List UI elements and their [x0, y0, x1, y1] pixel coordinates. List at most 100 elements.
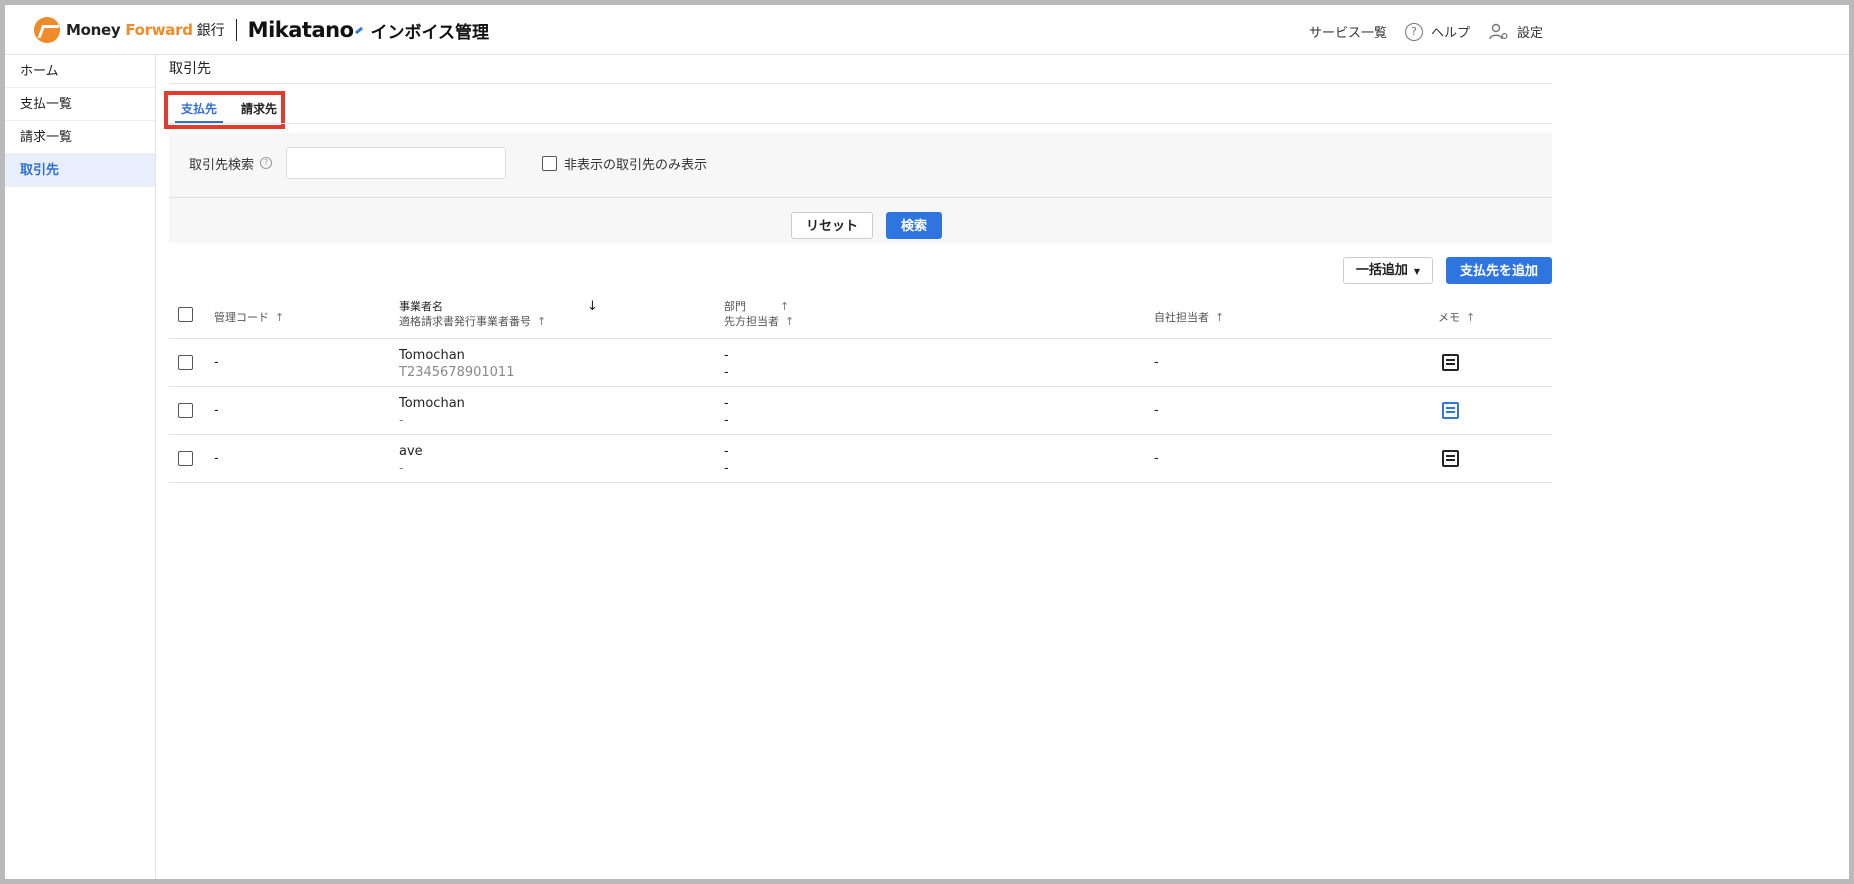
cell-staff: - — [1154, 451, 1159, 466]
header-dept-label: 部門 — [724, 300, 746, 313]
sidebar-item-home[interactable]: ホーム — [5, 55, 155, 88]
sidebar-item-partners[interactable]: 取引先 — [5, 154, 155, 187]
cell-name: Tomochan T2345678901011 — [399, 347, 514, 381]
brand-money: Money — [66, 21, 121, 39]
tab-billing[interactable]: 請求先 — [235, 95, 283, 124]
app-window: Money Forward 銀行 Mikatano インボイス管理 サービス一覧… — [5, 5, 1849, 879]
table-row[interactable]: - ave - - - - — [169, 435, 1552, 483]
cell-staff: - — [1154, 355, 1159, 370]
memo-icon[interactable] — [1442, 450, 1459, 467]
money-forward-logo-icon — [34, 17, 60, 43]
mikatano-logo: Mikatano — [247, 18, 354, 42]
add-payee-button[interactable]: 支払先を追加 — [1445, 257, 1552, 284]
sort-down-icon[interactable]: ↓ — [587, 299, 598, 314]
partner-name: ave — [399, 444, 423, 459]
help-menu[interactable]: ? ヘルプ — [1405, 22, 1470, 41]
department: - — [724, 396, 729, 411]
row-checkbox[interactable] — [178, 355, 193, 370]
sidebar-item-invoices[interactable]: 請求一覧 — [5, 121, 155, 154]
header-staff-label: 自社担当者 — [1154, 311, 1209, 324]
search-label: 取引先検索 — [189, 157, 255, 173]
cell-staff: - — [1154, 403, 1159, 418]
hidden-only-checkbox[interactable]: 非表示の取引先のみ表示 — [542, 154, 707, 173]
header-memo[interactable]: メモ ↑ — [1438, 309, 1475, 325]
header-code-label: 管理コード — [214, 311, 269, 324]
header-regno-label: 適格請求書発行事業者番号 — [399, 315, 531, 328]
hidden-only-label: 非表示の取引先のみ表示 — [564, 157, 708, 173]
reset-button[interactable]: リセット — [791, 212, 874, 239]
contact: - — [724, 413, 729, 428]
table-row[interactable]: - Tomochan - - - - — [169, 387, 1552, 435]
search-panel: 取引先検索 ? 非表示の取引先のみ表示 リセット 検索 — [169, 133, 1552, 243]
sort-up-icon[interactable]: ↑ — [780, 300, 789, 313]
brand-divider — [235, 19, 237, 41]
search-row: 取引先検索 ? 非表示の取引先のみ表示 — [189, 147, 707, 179]
mikatano-accent-icon — [354, 26, 363, 34]
department: - — [724, 348, 729, 363]
header-code[interactable]: 管理コード ↑ — [214, 309, 284, 325]
header-name: 事業者名 ↓ 適格請求書発行事業者番号 ↑ — [399, 299, 598, 329]
tabs-divider — [169, 123, 1552, 124]
registration-number: T2345678901011 — [399, 365, 515, 380]
help-icon: ? — [1405, 22, 1423, 41]
partners-table: 管理コード ↑ 事業者名 ↓ 適格請求書発行事業者番号 ↑ 部門 ↑ 先方担当者 ↑ 自社… — [169, 293, 1552, 483]
table-header: 管理コード ↑ 事業者名 ↓ 適格請求書発行事業者番号 ↑ 部門 ↑ 先方担当者 ↑ 自社… — [169, 293, 1552, 339]
user-settings-icon — [1489, 23, 1508, 39]
brand[interactable]: Money Forward 銀行 Mikatano インボイス管理 — [34, 17, 490, 43]
services-label: サービス一覧 — [1309, 26, 1388, 41]
cell-code: - — [214, 451, 219, 466]
search-button[interactable]: 検索 — [886, 212, 943, 239]
memo-icon[interactable] — [1442, 354, 1459, 371]
tab-payees[interactable]: 支払先 — [175, 95, 224, 124]
sort-up-icon[interactable]: ↑ — [1466, 311, 1475, 324]
bulk-add-label: 一括追加 — [1355, 263, 1408, 278]
cell-code: - — [214, 355, 219, 370]
department: - — [724, 444, 729, 459]
brand-name: Money Forward — [66, 21, 193, 39]
table-actions: 一括追加 ▼ 支払先を追加 — [1342, 257, 1552, 284]
caret-down-icon: ▼ — [1413, 267, 1420, 276]
cell-name: Tomochan - — [399, 395, 465, 429]
registration-number: - — [399, 413, 404, 428]
brand-bank: 銀行 — [196, 23, 225, 39]
header: Money Forward 銀行 Mikatano インボイス管理 サービス一覧… — [5, 5, 1849, 55]
main-content: 取引先 支払先 請求先 取引先検索 ? 非表示の取引先のみ表示 リセット 検索 — [164, 55, 1552, 483]
contact: - — [724, 365, 729, 380]
settings-label: 設定 — [1517, 26, 1544, 41]
search-buttons: リセット 検索 — [791, 212, 955, 239]
cell-dept: - - — [724, 443, 729, 477]
sidebar: ホーム 支払一覧 請求一覧 取引先 — [5, 55, 156, 879]
sort-up-icon[interactable]: ↑ — [275, 311, 284, 324]
select-all-checkbox[interactable] — [178, 307, 193, 322]
search-input[interactable] — [286, 147, 507, 179]
sort-up-icon[interactable]: ↑ — [537, 315, 546, 328]
sort-up-icon[interactable]: ↑ — [785, 315, 794, 328]
table-row[interactable]: - Tomochan T2345678901011 - - - — [169, 339, 1552, 387]
memo-filled-icon[interactable] — [1442, 402, 1459, 419]
header-staff[interactable]: 自社担当者 ↑ — [1154, 309, 1224, 325]
services-menu[interactable]: サービス一覧 — [1285, 22, 1387, 41]
header-dept: 部門 ↑ 先方担当者 ↑ — [724, 299, 794, 329]
page-title: 取引先 — [169, 55, 1552, 84]
bulk-add-dropdown[interactable]: 一括追加 ▼ — [1342, 257, 1433, 284]
brand-forward: Forward — [125, 21, 193, 39]
header-memo-label: メモ — [1438, 311, 1460, 324]
row-checkbox[interactable] — [178, 451, 193, 466]
cell-dept: - - — [724, 395, 729, 429]
checkbox-icon[interactable] — [542, 155, 558, 171]
registration-number: - — [399, 461, 404, 476]
tabs: 支払先 請求先 — [175, 95, 295, 124]
cell-name: ave - — [399, 443, 423, 477]
product-name: インボイス管理 — [370, 22, 490, 43]
row-checkbox[interactable] — [178, 403, 193, 418]
help-circle-icon[interactable]: ? — [260, 157, 273, 169]
partner-name: Tomochan — [399, 396, 465, 411]
sort-up-icon[interactable]: ↑ — [1215, 311, 1224, 324]
settings-menu[interactable]: 設定 — [1489, 22, 1543, 41]
header-name-label: 事業者名 — [399, 300, 443, 313]
sidebar-item-payments[interactable]: 支払一覧 — [5, 88, 155, 121]
contact: - — [724, 461, 729, 476]
help-label: ヘルプ — [1431, 26, 1471, 41]
cell-code: - — [214, 403, 219, 418]
grid-icon — [1285, 24, 1301, 40]
